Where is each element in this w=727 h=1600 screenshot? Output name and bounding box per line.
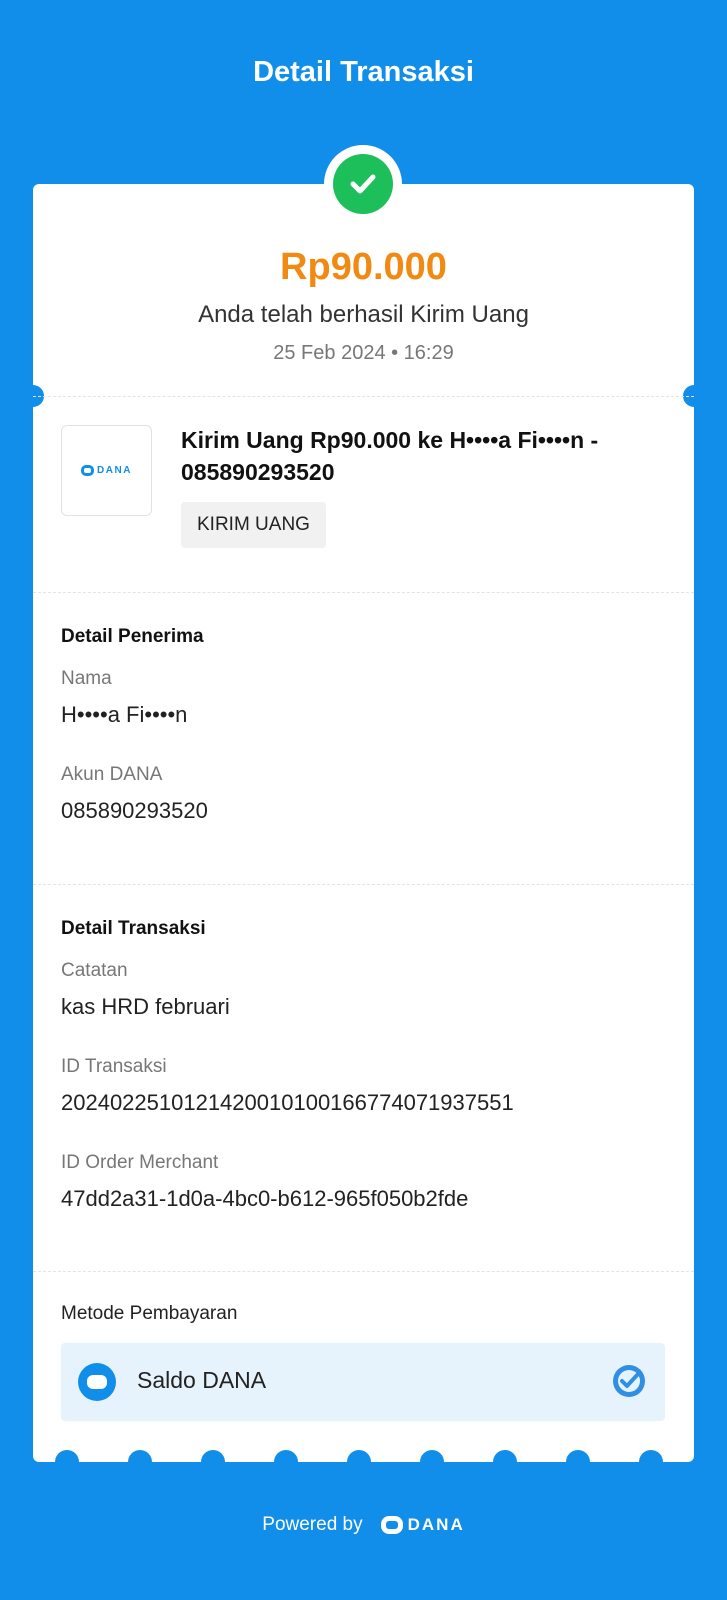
divider xyxy=(33,884,694,885)
ticket-edge-dot xyxy=(347,1450,371,1474)
ticket-edge-dot xyxy=(420,1450,444,1474)
merchant-logo-text: DANA xyxy=(97,465,132,476)
payment-method-option[interactable]: Saldo DANA xyxy=(61,1343,665,1421)
recipient-name-value: H••••a Fi••••n xyxy=(61,702,188,727)
ticket-edge-dot xyxy=(274,1450,298,1474)
divider xyxy=(33,592,694,593)
divider xyxy=(33,1271,694,1272)
recipient-section-title: Detail Penerima xyxy=(61,626,204,647)
ticket-edge-dot xyxy=(201,1450,225,1474)
recipient-account-value: 085890293520 xyxy=(61,798,208,823)
selected-check-icon xyxy=(613,1365,645,1397)
dana-logo-icon xyxy=(380,1516,403,1534)
merchant-logo: DANA xyxy=(61,425,152,516)
order-id-label: ID Order Merchant xyxy=(61,1152,219,1173)
note-value: kas HRD februari xyxy=(61,994,230,1019)
details-section-title: Detail Transaksi xyxy=(61,918,206,939)
transaction-amount: Rp90.000 xyxy=(280,246,447,288)
page-title: Detail Transaksi xyxy=(253,56,474,88)
dana-logo: DANA xyxy=(380,1515,465,1535)
transaction-type-badge: KIRIM UANG xyxy=(181,502,326,548)
ticket-edge-dot xyxy=(639,1450,663,1474)
ticket-edge-dot xyxy=(128,1450,152,1474)
recipient-account-label: Akun DANA xyxy=(61,764,163,785)
dana-wallet-icon xyxy=(78,1363,116,1401)
transaction-datetime: 25 Feb 2024 • 16:29 xyxy=(273,342,454,364)
order-id-value: 47dd2a31-1d0a-4bc0-b612-965f050b2fde xyxy=(61,1186,469,1211)
recipient-name-label: Nama xyxy=(61,668,112,689)
dana-logo-icon xyxy=(81,465,95,476)
transaction-id-label: ID Transaksi xyxy=(61,1056,167,1077)
note-label: Catatan xyxy=(61,960,128,981)
payment-method-label: Saldo DANA xyxy=(137,1367,267,1393)
footer: Powered by DANA xyxy=(0,1514,727,1536)
status-message: Anda telah berhasil Kirim Uang xyxy=(198,301,529,328)
transaction-title: Kirim Uang Rp90.000 ke H••••a Fi••••n - … xyxy=(181,427,599,485)
check-circle-icon xyxy=(350,174,376,194)
divider xyxy=(33,396,694,397)
ticket-edge-dot xyxy=(55,1450,79,1474)
transaction-card: Rp90.000 Anda telah berhasil Kirim Uang … xyxy=(22,184,705,1474)
ticket-edge-dot xyxy=(493,1450,517,1474)
ticket-edge-dot xyxy=(566,1450,590,1474)
success-status xyxy=(324,145,402,223)
transaction-id-value: 2024022510121420010100166774071937551 xyxy=(61,1090,514,1115)
powered-by-text: Powered by xyxy=(262,1514,363,1535)
payment-section-title: Metode Pembayaran xyxy=(61,1303,238,1324)
dana-logo-text: DANA xyxy=(407,1515,465,1534)
